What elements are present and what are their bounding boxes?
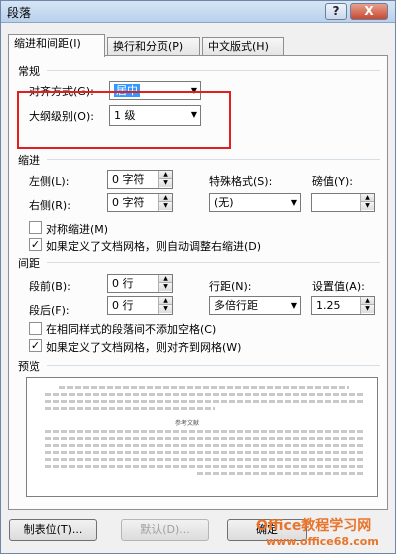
chevron-down-icon: ▼ — [290, 301, 297, 310]
spin-up-icon[interactable]: ▲ — [159, 194, 172, 202]
space-after-value: 0 行 — [112, 299, 134, 312]
space-after-spinner[interactable]: 0 行 ▲ ▼ — [107, 296, 173, 315]
preview-line — [197, 472, 363, 475]
spin-down-icon[interactable]: ▼ — [361, 305, 374, 313]
spin-up-icon[interactable]: ▲ — [159, 297, 172, 305]
tab-line-page-breaks[interactable]: 换行和分页(P) — [107, 37, 200, 56]
close-button[interactable]: X — [350, 3, 388, 20]
no-space-same-style-label: 在相同样式的段落间不添加空格(C) — [46, 323, 217, 336]
no-space-same-style-checkbox[interactable] — [29, 322, 42, 335]
special-label: 特殊格式(S): — [209, 175, 273, 188]
spin-down-icon[interactable]: ▼ — [159, 283, 172, 291]
snap-to-grid-checkbox[interactable]: ✓ — [29, 339, 42, 352]
watermark-url: www.office68.com — [266, 535, 379, 548]
preview-line — [45, 465, 363, 468]
at-spinner[interactable]: 1.25 ▲ ▼ — [311, 296, 375, 315]
line-spacing-select[interactable]: 多倍行距 ▼ — [209, 296, 301, 315]
paragraph-dialog: 段落 ? X 缩进和间距(I) 换行和分页(P) 中文版式(H) 常规 对齐方式… — [0, 0, 396, 554]
preview-line — [45, 407, 215, 410]
spin-down-icon[interactable]: ▼ — [159, 202, 172, 210]
preview-line — [45, 458, 363, 461]
spin-up-icon[interactable]: ▲ — [361, 297, 374, 305]
outline-level-highlight — [17, 91, 231, 149]
preview-line — [45, 444, 363, 447]
watermark: Office教程学习网 www.office68.com — [252, 513, 396, 554]
left-indent-label: 左侧(L): — [29, 175, 70, 188]
special-select[interactable]: (无) ▼ — [209, 193, 301, 212]
spin-up-icon[interactable]: ▲ — [159, 275, 172, 283]
indent-heading: 缩进 — [18, 154, 40, 167]
left-indent-value: 0 字符 — [112, 173, 145, 186]
spacing-heading: 间距 — [18, 257, 40, 270]
right-indent-value: 0 字符 — [112, 196, 145, 209]
line-spacing-label: 行距(N): — [209, 280, 252, 293]
chevron-down-icon: ▼ — [290, 198, 297, 207]
tab-indents-spacing[interactable]: 缩进和间距(I) — [8, 34, 105, 57]
spin-up-icon[interactable]: ▲ — [361, 194, 374, 202]
preview-line — [45, 430, 363, 433]
right-indent-spinner[interactable]: 0 字符 ▲ ▼ — [107, 193, 173, 212]
right-indent-label: 右侧(R): — [29, 199, 71, 212]
by-spinner[interactable]: ▲ ▼ — [311, 193, 375, 212]
mirror-indents-label: 对称缩进(M) — [46, 223, 109, 236]
preview-line — [59, 386, 349, 389]
by-label: 磅值(Y): — [312, 175, 354, 188]
dialog-title: 段落 — [7, 6, 32, 20]
preview-line — [45, 451, 363, 454]
left-indent-spinner[interactable]: 0 字符 ▲ ▼ — [107, 170, 173, 189]
spacing-divider — [47, 262, 380, 263]
spin-down-icon[interactable]: ▼ — [159, 179, 172, 187]
spin-down-icon[interactable]: ▼ — [361, 202, 374, 210]
tab-asian-typography[interactable]: 中文版式(H) — [202, 37, 284, 56]
help-button[interactable]: ? — [325, 3, 347, 20]
watermark-title: Office教程学习网 — [256, 518, 372, 534]
preview-sample-text: 参考文献 — [175, 420, 200, 427]
spin-up-icon[interactable]: ▲ — [159, 171, 172, 179]
preview-line — [45, 400, 363, 403]
default-button[interactable]: 默认(D)... — [121, 519, 209, 541]
preview-divider — [47, 365, 380, 366]
space-before-spinner[interactable]: 0 行 ▲ ▼ — [107, 274, 173, 293]
title-bar: 段落 ? X — [1, 1, 395, 23]
indent-divider — [47, 159, 380, 160]
general-heading: 常规 — [18, 65, 40, 78]
at-value: 1.25 — [316, 299, 341, 312]
preview-line — [45, 393, 363, 396]
general-divider — [47, 70, 380, 71]
spin-down-icon[interactable]: ▼ — [159, 305, 172, 313]
line-spacing-value: 多倍行距 — [214, 299, 258, 312]
space-before-label: 段前(B): — [29, 280, 71, 293]
preview-heading: 预览 — [18, 360, 40, 373]
mirror-indents-checkbox[interactable] — [29, 221, 42, 234]
snap-to-grid-label: 如果定义了文档网格，则对齐到网格(W) — [46, 341, 242, 354]
auto-right-indent-checkbox[interactable]: ✓ — [29, 238, 42, 251]
auto-right-indent-label: 如果定义了文档网格，则自动调整右缩进(D) — [46, 240, 262, 253]
space-after-label: 段后(F): — [29, 304, 70, 317]
space-before-value: 0 行 — [112, 277, 134, 290]
tab-stops-button[interactable]: 制表位(T)... — [9, 519, 97, 541]
at-label: 设置值(A): — [312, 280, 365, 293]
special-value: (无) — [214, 196, 234, 209]
preview-box: 参考文献 — [26, 377, 378, 497]
preview-line — [45, 437, 363, 440]
